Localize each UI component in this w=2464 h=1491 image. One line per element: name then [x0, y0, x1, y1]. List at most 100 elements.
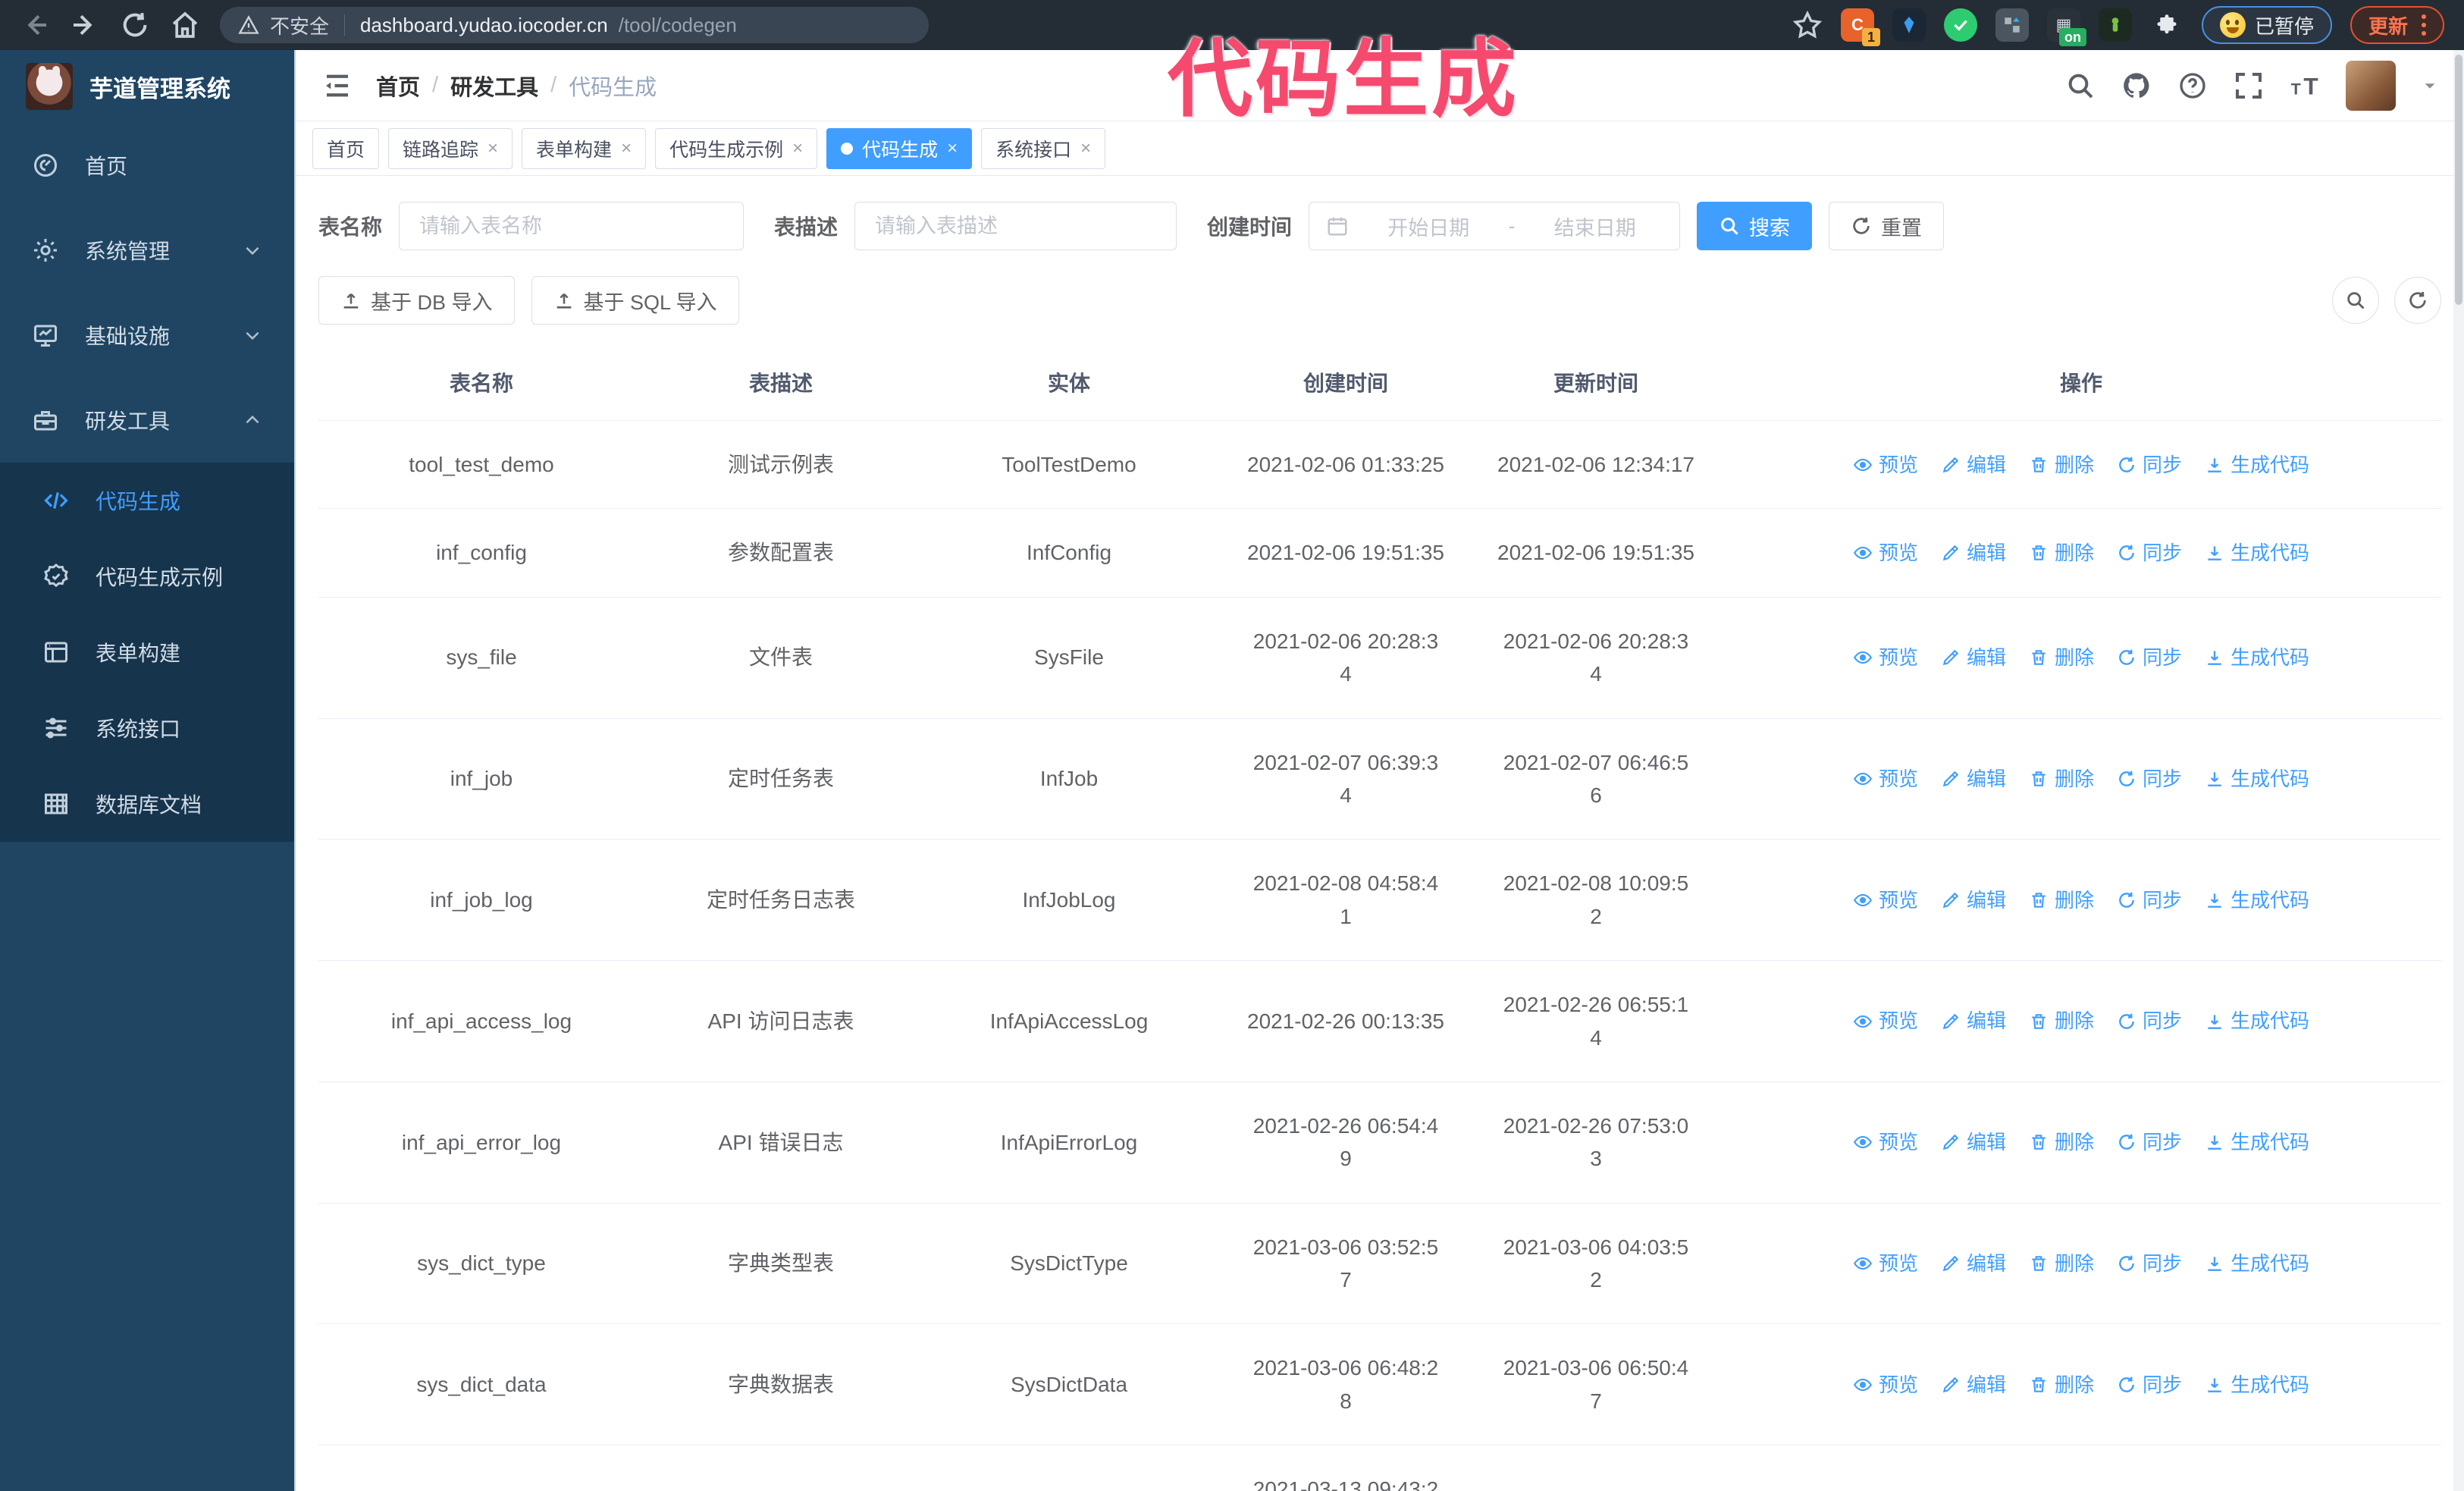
sync-link[interactable]: 同步: [2117, 450, 2182, 480]
edit-link[interactable]: 编辑: [1941, 642, 2006, 673]
sync-link[interactable]: 同步: [2117, 885, 2182, 915]
font-size-icon[interactable]: TT: [2290, 71, 2320, 101]
import-db-button[interactable]: 基于 DB 导入: [318, 276, 515, 325]
preview-link[interactable]: 预览: [1853, 1370, 1918, 1400]
delete-link[interactable]: 删除: [2029, 885, 2094, 915]
chrome-menu-icon[interactable]: [2422, 14, 2426, 36]
edit-link[interactable]: 编辑: [1941, 450, 2006, 480]
generate-code-link[interactable]: 生成代码: [2205, 1248, 2309, 1279]
sidebar-subitem-3[interactable]: 表单构建: [0, 614, 294, 690]
sidebar-subitem-4[interactable]: 系统接口: [0, 690, 294, 766]
extensions-puzzle-icon[interactable]: [2150, 8, 2183, 42]
extension-icon-green[interactable]: [2098, 8, 2132, 42]
app-logo[interactable]: 芋道管理系统: [0, 50, 294, 123]
sidebar-subitem-5[interactable]: 数据库文档: [0, 766, 294, 842]
tab-2[interactable]: 链路追踪 ×: [388, 127, 513, 169]
sidebar-item-3[interactable]: 基础设施: [0, 293, 294, 378]
sidebar-subitem-1[interactable]: 代码生成: [0, 463, 294, 538]
generate-code-link[interactable]: 生成代码: [2205, 1006, 2309, 1036]
fullscreen-icon[interactable]: [2234, 71, 2264, 101]
sync-link[interactable]: 同步: [2117, 764, 2182, 794]
tab-1[interactable]: 首页: [312, 127, 380, 169]
preview-link[interactable]: 预览: [1853, 1006, 1918, 1036]
sidebar-item-4[interactable]: 研发工具: [0, 378, 294, 463]
preview-link[interactable]: 预览: [1853, 1127, 1918, 1157]
search-button[interactable]: 搜索: [1697, 202, 1813, 250]
preview-link[interactable]: 预览: [1853, 642, 1918, 673]
sidebar-item-1[interactable]: 首页: [0, 123, 294, 208]
sync-link[interactable]: 同步: [2117, 642, 2182, 673]
github-icon[interactable]: [2121, 71, 2152, 101]
sync-link[interactable]: 同步: [2117, 1248, 2182, 1279]
preview-link[interactable]: 预览: [1853, 885, 1918, 915]
edit-link[interactable]: 编辑: [1941, 885, 2006, 915]
tab-4[interactable]: 代码生成示例 ×: [655, 127, 818, 169]
profile-paused-badge[interactable]: 已暂停: [2201, 6, 2332, 44]
edit-link[interactable]: 编辑: [1941, 764, 2006, 794]
generate-code-link[interactable]: 生成代码: [2205, 764, 2309, 794]
chrome-update-button[interactable]: 更新: [2350, 6, 2444, 44]
breadcrumb-devtools[interactable]: 研发工具: [450, 70, 538, 102]
scrollbar-thumb[interactable]: [2455, 55, 2462, 305]
bookmark-star-icon[interactable]: [1792, 10, 1823, 40]
sidebar-subitem-2[interactable]: 代码生成示例: [0, 538, 294, 614]
preview-link[interactable]: 预览: [1853, 1248, 1918, 1279]
sidebar-item-2[interactable]: 系统管理: [0, 208, 294, 293]
create-time-range-picker[interactable]: 开始日期 - 结束日期: [1309, 202, 1681, 250]
sidebar-collapse-icon[interactable]: [321, 70, 353, 102]
delete-link[interactable]: 删除: [2029, 1248, 2094, 1279]
user-menu-caret-icon[interactable]: [2422, 77, 2438, 94]
tab-5[interactable]: 代码生成 ×: [826, 127, 973, 169]
help-icon[interactable]: [2177, 71, 2208, 101]
extension-icon-gem[interactable]: [1892, 8, 1926, 42]
sync-link[interactable]: 同步: [2117, 538, 2182, 568]
edit-link[interactable]: 编辑: [1941, 1248, 2006, 1279]
extension-icon-on[interactable]: ▦ on: [2046, 8, 2086, 46]
generate-code-link[interactable]: 生成代码: [2205, 1370, 2309, 1400]
breadcrumb-home[interactable]: 首页: [376, 70, 420, 102]
preview-link[interactable]: 预览: [1853, 450, 1918, 480]
close-tab-icon[interactable]: ×: [1080, 139, 1091, 158]
browser-reload-icon[interactable]: [120, 10, 150, 40]
preview-link[interactable]: 预览: [1853, 764, 1918, 794]
delete-link[interactable]: 删除: [2029, 642, 2094, 673]
reset-button[interactable]: 重置: [1829, 202, 1945, 250]
edit-link[interactable]: 编辑: [1941, 1127, 2006, 1157]
show-search-toggle-button[interactable]: [2332, 277, 2379, 324]
delete-link[interactable]: 删除: [2029, 1370, 2094, 1400]
header-search-icon[interactable]: [2065, 71, 2096, 101]
delete-link[interactable]: 删除: [2029, 1127, 2094, 1157]
edit-link[interactable]: 编辑: [1941, 1006, 2006, 1036]
user-avatar[interactable]: [2346, 60, 2396, 111]
browser-back-icon[interactable]: [20, 10, 50, 40]
extension-icon-grid[interactable]: [1995, 8, 2029, 42]
extension-icon-check[interactable]: [1943, 8, 1977, 42]
generate-code-link[interactable]: 生成代码: [2205, 642, 2309, 673]
import-sql-button[interactable]: 基于 SQL 导入: [531, 276, 739, 325]
close-tab-icon[interactable]: ×: [947, 139, 958, 158]
delete-link[interactable]: 删除: [2029, 538, 2094, 568]
tab-6[interactable]: 系统接口 ×: [981, 127, 1106, 169]
browser-scrollbar[interactable]: [2453, 50, 2464, 1491]
extension-icon-orange[interactable]: C1: [1840, 8, 1880, 46]
edit-link[interactable]: 编辑: [1941, 1370, 2006, 1400]
sync-link[interactable]: 同步: [2117, 1006, 2182, 1036]
preview-link[interactable]: 预览: [1853, 538, 1918, 568]
generate-code-link[interactable]: 生成代码: [2205, 1127, 2309, 1157]
close-tab-icon[interactable]: ×: [487, 139, 498, 158]
generate-code-link[interactable]: 生成代码: [2205, 450, 2309, 480]
delete-link[interactable]: 删除: [2029, 764, 2094, 794]
sync-link[interactable]: 同步: [2117, 1370, 2182, 1400]
table-desc-input[interactable]: [854, 202, 1177, 250]
generate-code-link[interactable]: 生成代码: [2205, 538, 2309, 568]
generate-code-link[interactable]: 生成代码: [2205, 885, 2309, 915]
refresh-table-button[interactable]: [2394, 277, 2441, 324]
close-tab-icon[interactable]: ×: [792, 139, 803, 158]
browser-home-icon[interactable]: [170, 10, 200, 40]
delete-link[interactable]: 删除: [2029, 450, 2094, 480]
close-tab-icon[interactable]: ×: [621, 139, 632, 158]
delete-link[interactable]: 删除: [2029, 1006, 2094, 1036]
sync-link[interactable]: 同步: [2117, 1127, 2182, 1157]
tab-3[interactable]: 表单构建 ×: [522, 127, 647, 169]
browser-forward-icon[interactable]: [70, 10, 100, 40]
